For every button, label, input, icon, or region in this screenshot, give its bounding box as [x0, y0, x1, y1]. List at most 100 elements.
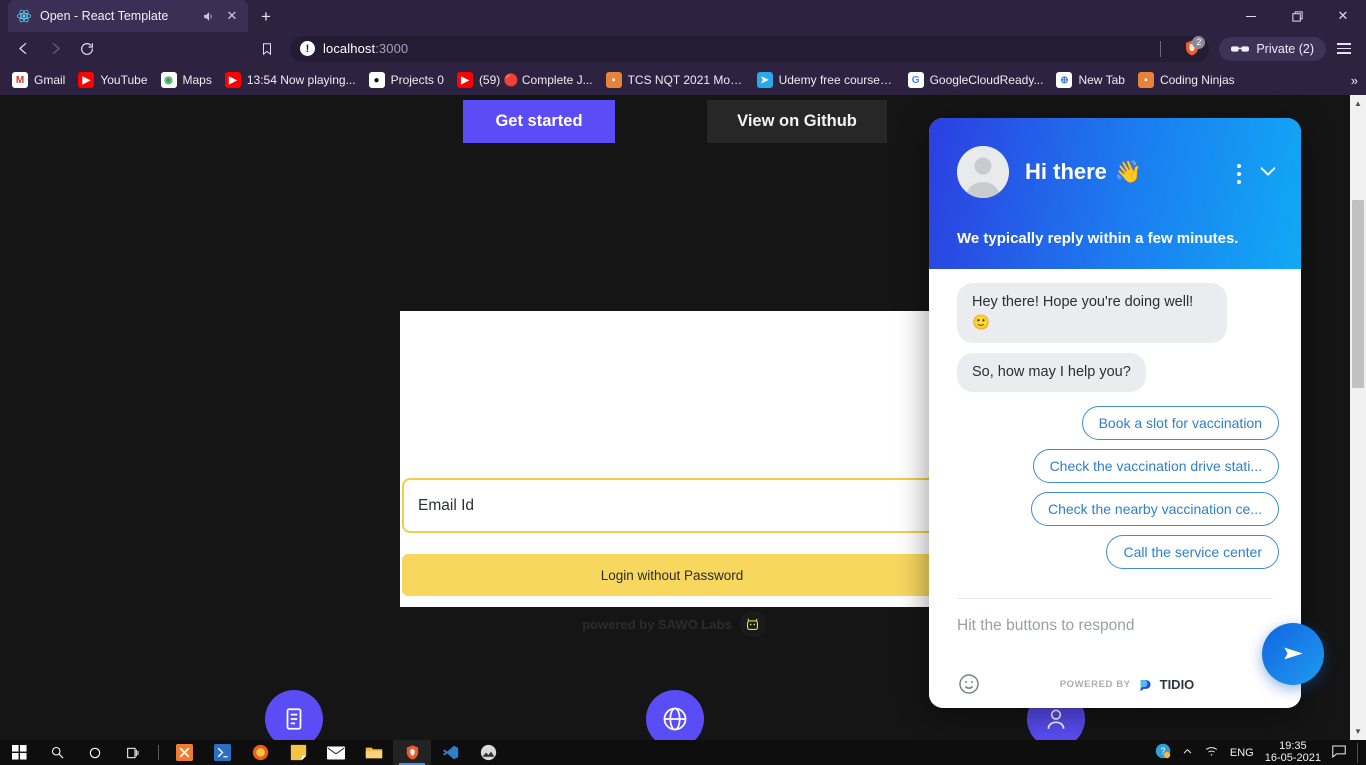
bookmark-item[interactable]: G GoogleCloudReady... — [902, 69, 1050, 91]
globe-icon[interactable] — [646, 690, 704, 740]
speaker-icon[interactable] — [200, 8, 216, 24]
glasses-icon — [1231, 45, 1250, 52]
chat-message: Hey there! Hope you're doing well! 🙂 — [957, 283, 1227, 344]
bookmark-item[interactable]: ➤ Udemy free courses... — [751, 69, 901, 91]
kebab-menu-icon[interactable] — [1237, 163, 1241, 184]
chat-widget: Hi there 👋 We typically reply within a f… — [929, 118, 1301, 708]
cortana-icon[interactable] — [76, 740, 114, 765]
quick-reply-button[interactable]: Check the nearby vaccination ce... — [1030, 492, 1279, 527]
firefox-icon[interactable] — [241, 740, 279, 765]
screen: Open - React Template ✕ + ✕ ! localhost:… — [0, 0, 1366, 765]
vscode-icon[interactable] — [431, 740, 469, 765]
smiley-icon[interactable] — [957, 672, 981, 696]
quick-reply-list: Book a slot for vaccination Check the va… — [957, 406, 1279, 570]
language-indicator[interactable]: ENG — [1230, 747, 1254, 759]
close-icon[interactable]: ✕ — [224, 8, 240, 24]
minimize-button[interactable] — [1228, 0, 1274, 32]
forward-arrow-icon[interactable] — [40, 36, 70, 62]
clock[interactable]: 19:35 16-05-2021 — [1264, 740, 1321, 765]
bookmarks-bar: M Gmail ▶ YouTube ◉ Maps ▶ 13:54 Now playing… — [0, 65, 1366, 95]
xampp-icon[interactable] — [165, 740, 203, 765]
chat-footer: POWERED BY TIDIO — [957, 672, 1273, 696]
chat-header-row: Hi there 👋 — [957, 146, 1279, 198]
tray-chevron-up-icon[interactable] — [1182, 746, 1193, 760]
chat-message-list: Hey there! Hope you're doing well! 🙂 So,… — [929, 269, 1301, 599]
scrollbar-thumb[interactable] — [1352, 200, 1364, 388]
notification-icon[interactable] — [1332, 745, 1346, 761]
url-text: localhost:3000 — [323, 41, 409, 56]
page-scrollbar[interactable]: ▲ ▼ — [1350, 95, 1366, 740]
maps-icon: ◉ — [160, 72, 177, 88]
send-button[interactable] — [1262, 623, 1324, 685]
new-tab-button[interactable]: + — [254, 5, 278, 29]
login-without-password-button[interactable]: Login without Password — [402, 554, 942, 596]
address-bar[interactable]: ! localhost:3000 2 — [290, 35, 1210, 62]
view-on-github-button[interactable]: View on Github — [707, 100, 887, 143]
close-window-button[interactable]: ✕ — [1320, 0, 1366, 32]
browser-menu-icon[interactable] — [1330, 36, 1358, 62]
waving-hand-icon: 👋 — [1114, 159, 1143, 184]
powered-by-sawo-label: powered by SAWO Labs — [582, 616, 732, 632]
bookmarks-overflow-icon[interactable]: » — [1351, 73, 1358, 88]
react-icon — [16, 9, 32, 23]
chevron-down-icon[interactable] — [1257, 160, 1279, 187]
bookmark-item[interactable]: M Gmail — [6, 69, 71, 91]
tab-title: Open - React Template — [40, 9, 169, 23]
photos-icon[interactable] — [469, 740, 507, 765]
task-view-icon[interactable] — [114, 740, 152, 765]
wifi-icon[interactable] — [1204, 745, 1219, 760]
scroll-up-arrow-icon[interactable]: ▲ — [1350, 95, 1366, 112]
tcs-icon: ▪ — [605, 72, 622, 88]
coding-ninjas-icon: ▪ — [1137, 72, 1154, 88]
quick-reply-button[interactable]: Book a slot for vaccination — [1081, 406, 1279, 441]
brave-shields-icon[interactable]: 2 — [1183, 35, 1206, 57]
start-button[interactable] — [0, 740, 38, 765]
help-icon[interactable]: ? — [1155, 743, 1171, 762]
bookmark-item[interactable]: ⊕ New Tab — [1050, 69, 1130, 91]
omnibox-divider — [1160, 40, 1162, 57]
show-desktop-button[interactable] — [1357, 742, 1358, 763]
search-icon[interactable] — [38, 740, 76, 765]
youtube-icon: ▶ — [78, 72, 95, 88]
bookmark-item[interactable]: ▪ Coding Ninjas — [1132, 69, 1241, 91]
bookmark-item[interactable]: ▶ (59) 🔴 Complete J... — [451, 69, 599, 91]
back-arrow-icon[interactable] — [8, 36, 38, 62]
sticky-notes-icon[interactable] — [279, 740, 317, 765]
globe-icon: ⊕ — [1056, 72, 1073, 88]
quick-reply-button[interactable]: Call the service center — [1106, 535, 1279, 570]
private-label: Private (2) — [1256, 41, 1314, 56]
tidio-logo-icon — [1140, 679, 1151, 691]
maximize-button[interactable] — [1274, 0, 1320, 32]
private-window-indicator[interactable]: Private (2) — [1219, 36, 1326, 61]
file-explorer-icon[interactable] — [355, 740, 393, 765]
tab-strip: Open - React Template ✕ + ✕ — [0, 0, 1366, 32]
reload-icon[interactable] — [72, 36, 102, 62]
chat-message: So, how may I help you? — [957, 353, 1146, 393]
bookmark-item[interactable]: ● Projects 0 — [363, 69, 450, 91]
bookmark-icon[interactable] — [252, 36, 282, 62]
chat-title: Hi there — [1025, 159, 1107, 184]
browser-tab[interactable]: Open - React Template ✕ — [8, 0, 248, 32]
powershell-icon[interactable] — [203, 740, 241, 765]
taskbar: ? ENG 19:35 16-05-2021 — [0, 740, 1366, 765]
gmail-icon: M — [12, 72, 28, 88]
bookmark-item[interactable]: ▶ 13:54 Now playing... — [219, 69, 362, 91]
mail-icon[interactable] — [317, 740, 355, 765]
bookmark-item[interactable]: ▶ YouTube — [72, 69, 153, 91]
clock-date: 16-05-2021 — [1264, 751, 1321, 764]
bookmark-item[interactable]: ▪ TCS NQT 2021 Moc... — [600, 69, 750, 91]
get-started-button[interactable]: Get started — [463, 100, 615, 143]
quick-reply-button[interactable]: Check the vaccination drive stati... — [1032, 449, 1279, 484]
site-info-icon[interactable]: ! — [300, 41, 315, 56]
chat-message-input[interactable]: Hit the buttons to respond — [957, 617, 1273, 635]
brave-icon[interactable] — [393, 740, 431, 765]
navigation-bar: ! localhost:3000 2 Private (2) — [0, 32, 1366, 65]
scroll-down-arrow-icon[interactable]: ▼ — [1350, 723, 1366, 740]
send-icon — [1284, 647, 1303, 660]
bookmark-item[interactable]: ◉ Maps — [155, 69, 218, 91]
chat-title-group: Hi there 👋 — [1025, 159, 1142, 185]
email-input[interactable]: Email Id — [402, 478, 942, 533]
github-icon: ● — [368, 72, 385, 88]
powered-by-tidio: POWERED BY TIDIO — [1060, 677, 1195, 692]
document-icon[interactable] — [265, 690, 323, 740]
